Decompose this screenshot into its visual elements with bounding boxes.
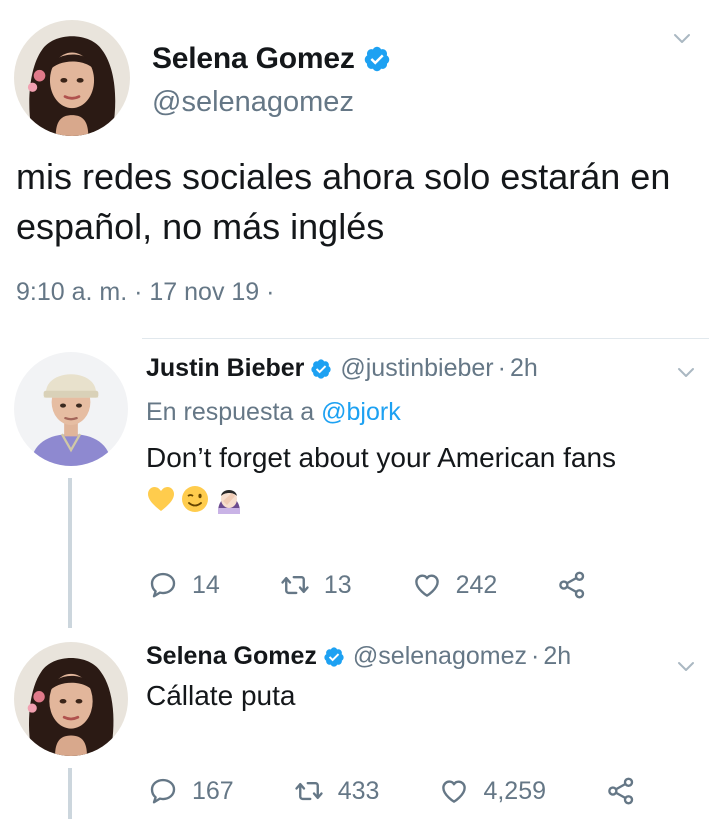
share-icon xyxy=(557,570,587,600)
reply-header: Selena Gomez @selenagomez · 2h xyxy=(146,642,571,671)
chevron-down-icon[interactable] xyxy=(674,654,698,678)
reply-header: Justin Bieber @justinbieber · 2h xyxy=(146,354,538,383)
avatar[interactable] xyxy=(14,20,130,136)
thread-line xyxy=(68,478,72,628)
divider xyxy=(142,338,709,339)
like-count: 4,259 xyxy=(483,776,546,805)
reply-text: Don’t forget about your American fans xyxy=(146,442,617,473)
in-reply-prefix: En respuesta a xyxy=(146,398,322,426)
retweet-button[interactable]: 13 xyxy=(280,570,352,600)
yellow-heart-emoji xyxy=(148,487,174,511)
action-bar: 14 13 242 xyxy=(148,570,587,600)
share-icon xyxy=(606,776,636,806)
tweet-text: mis redes sociales ahora solo estarán en… xyxy=(16,156,671,247)
justin-avatar-image xyxy=(14,352,128,466)
separator: · xyxy=(497,354,506,382)
reply-count: 167 xyxy=(192,776,234,805)
author-name[interactable]: Selena Gomez xyxy=(146,642,317,671)
selena-avatar-image xyxy=(14,642,128,756)
like-button[interactable]: 242 xyxy=(412,570,498,600)
like-icon xyxy=(439,776,469,806)
like-icon xyxy=(412,570,442,600)
retweet-icon xyxy=(294,776,324,806)
mention-link[interactable]: @bjork xyxy=(321,398,401,426)
reply-count: 14 xyxy=(192,570,220,599)
avatar[interactable] xyxy=(14,642,128,756)
retweet-icon xyxy=(280,570,310,600)
avatar[interactable] xyxy=(14,352,128,466)
chevron-down-icon[interactable] xyxy=(670,26,694,50)
reply-tweet: Justin Bieber @justinbieber · 2h En resp… xyxy=(0,340,709,630)
emoji-row xyxy=(146,484,244,514)
winking-face-emoji xyxy=(182,486,208,512)
action-bar: 167 433 4,259 xyxy=(148,776,636,806)
separator: · xyxy=(531,642,540,670)
main-tweet: Selena Gomez @selenagomez mis redes soci… xyxy=(0,0,709,340)
author-handle[interactable]: @selenagomez xyxy=(152,86,354,119)
author-name[interactable]: Justin Bieber xyxy=(146,354,304,383)
author-handle[interactable]: @justinbieber xyxy=(340,354,493,383)
author-name[interactable]: Selena Gomez xyxy=(152,42,355,76)
reply-icon xyxy=(148,776,178,806)
tweet-age[interactable]: 2h xyxy=(510,354,538,383)
reply-button[interactable]: 14 xyxy=(148,570,220,600)
like-button[interactable]: 4,259 xyxy=(439,776,546,806)
retweet-count: 433 xyxy=(337,776,380,805)
tweet-age[interactable]: 2h xyxy=(543,642,571,671)
reply-text: Cállate puta xyxy=(146,680,296,711)
chevron-down-icon[interactable] xyxy=(674,360,698,384)
reply-tweet: Selena Gomez @selenagomez · 2h Cállate p… xyxy=(0,630,709,819)
in-reply-to: En respuesta a @bjork xyxy=(146,398,401,427)
reply-button[interactable]: 167 xyxy=(148,776,234,806)
share-button[interactable] xyxy=(606,776,636,806)
author-row: Selena Gomez xyxy=(152,42,391,76)
thread-line xyxy=(68,768,72,819)
retweet-button[interactable]: 433 xyxy=(294,776,380,806)
author-handle[interactable]: @selenagomez xyxy=(353,642,527,671)
selena-avatar-image xyxy=(14,20,130,136)
share-button[interactable] xyxy=(557,570,587,600)
woman-facepalming-emoji xyxy=(218,490,240,514)
verified-badge-icon xyxy=(363,45,391,73)
verified-badge-icon xyxy=(323,646,345,668)
retweet-count: 13 xyxy=(323,570,352,599)
reply-icon xyxy=(148,570,178,600)
tweet-timestamp[interactable]: 9:10 a. m. · 17 nov 19 · xyxy=(16,278,274,307)
like-count: 242 xyxy=(455,570,498,599)
verified-badge-icon xyxy=(310,358,332,380)
